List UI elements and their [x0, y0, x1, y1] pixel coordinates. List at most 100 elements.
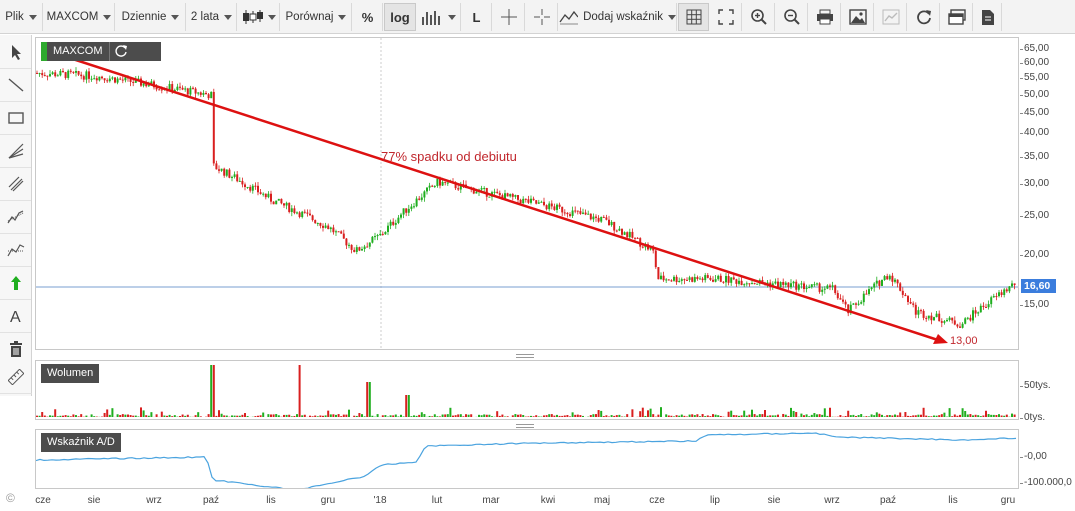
print-button[interactable]	[809, 3, 841, 31]
candle	[241, 180, 244, 185]
candle	[62, 70, 64, 73]
ad-line	[36, 432, 1017, 488]
candle	[844, 301, 847, 305]
volume-bar	[800, 413, 803, 417]
candle	[925, 317, 928, 319]
fullscreen-icon	[717, 9, 734, 25]
fullscreen-button[interactable]	[710, 3, 742, 31]
volume-bar	[215, 415, 218, 417]
percent-button[interactable]: %	[353, 3, 383, 31]
candle	[384, 231, 387, 235]
arrow-up-icon	[10, 276, 21, 290]
volume-bar	[197, 412, 200, 417]
symbol-select[interactable]: MAXCOM	[44, 3, 115, 31]
volume-bar	[904, 412, 907, 417]
volume-bar	[792, 410, 795, 417]
volume-label: Wolumen	[41, 364, 100, 383]
range-select[interactable]: 2 lata	[187, 3, 237, 31]
volume-bar	[821, 414, 824, 417]
grid-button[interactable]	[678, 3, 709, 31]
crosshair-button[interactable]	[493, 3, 525, 31]
indicator-icon	[559, 10, 579, 25]
volume-bar	[316, 416, 319, 417]
bars-select[interactable]	[417, 3, 461, 31]
ruler-tool[interactable]	[0, 361, 32, 394]
price-chart[interactable]	[36, 38, 1018, 349]
candle	[111, 77, 114, 79]
candle	[238, 180, 241, 182]
log-button[interactable]: log	[384, 3, 416, 31]
line-tool[interactable]	[0, 69, 31, 102]
panel-resize-handle[interactable]	[516, 354, 534, 358]
volume-bar	[888, 414, 891, 417]
volume-bar	[870, 414, 873, 417]
window-button[interactable]	[941, 3, 973, 31]
volume-bar	[680, 414, 683, 417]
candle	[587, 213, 590, 215]
candle	[488, 196, 491, 198]
price-tick: 40,00	[1019, 127, 1050, 138]
candle	[446, 182, 449, 184]
pitchfork-tool[interactable]	[0, 201, 31, 234]
fan-tool[interactable]	[0, 135, 31, 168]
candle	[618, 228, 621, 231]
andrews-tool[interactable]	[0, 234, 31, 267]
candle	[95, 78, 98, 81]
volume-bar	[462, 416, 465, 417]
volume-bar	[298, 365, 301, 417]
channel-tool[interactable]	[0, 168, 31, 201]
text-tool[interactable]: A	[0, 300, 31, 333]
price-tick: 15,00	[1019, 299, 1050, 310]
volume-bar	[912, 415, 915, 417]
chart-type-select[interactable]	[238, 3, 280, 31]
volume-bar	[376, 414, 379, 417]
chevron-down-icon	[224, 14, 233, 20]
candle	[314, 220, 317, 224]
crosshair-dotted-button[interactable]	[526, 3, 558, 31]
add-indicator-button[interactable]: Dodaj wskaźnik	[559, 3, 677, 31]
candle	[394, 222, 397, 225]
volume-bar	[790, 407, 792, 417]
candle	[262, 193, 265, 195]
compare-button[interactable]: Porównaj	[281, 3, 352, 31]
time-tick: lut	[431, 495, 443, 506]
reload-series-button[interactable]	[108, 42, 161, 61]
file-menu[interactable]: Plik	[0, 3, 43, 31]
candle	[933, 317, 935, 321]
pointer-tool[interactable]	[0, 36, 31, 69]
volume-bar	[667, 415, 670, 417]
candle	[402, 208, 405, 215]
linear-button[interactable]: L	[462, 3, 492, 31]
andrews-icon	[6, 244, 24, 257]
candle	[257, 185, 259, 193]
zoom-out-button[interactable]	[776, 3, 808, 31]
volume-bar	[223, 415, 226, 417]
interval-select[interactable]: Dziennie	[116, 3, 186, 31]
candle	[803, 283, 805, 289]
panel-resize-handle[interactable]	[516, 424, 534, 428]
candle	[855, 303, 857, 305]
candle	[98, 76, 101, 81]
refresh-button[interactable]	[908, 3, 940, 31]
volume-bar	[673, 416, 675, 417]
volume-bar	[210, 365, 213, 417]
volume-bar	[740, 415, 743, 417]
volume-bar	[319, 415, 322, 417]
volume-bar	[732, 415, 735, 417]
candle	[350, 244, 353, 250]
volume-bar	[922, 407, 925, 417]
candle	[496, 191, 499, 193]
candle	[748, 283, 751, 285]
time-tick: sie	[767, 495, 781, 506]
volume-bar	[764, 410, 766, 417]
save-image-button[interactable]	[842, 3, 874, 31]
zoom-in-button[interactable]	[743, 3, 775, 31]
ad-chart[interactable]	[36, 430, 1018, 488]
arrow-tool[interactable]	[0, 267, 31, 300]
volume-chart[interactable]	[36, 361, 1018, 419]
chart-icon-button[interactable]	[875, 3, 907, 31]
candle	[550, 203, 553, 207]
document-button[interactable]	[974, 3, 1002, 31]
rectangle-tool[interactable]	[0, 102, 31, 135]
candle	[379, 233, 382, 236]
